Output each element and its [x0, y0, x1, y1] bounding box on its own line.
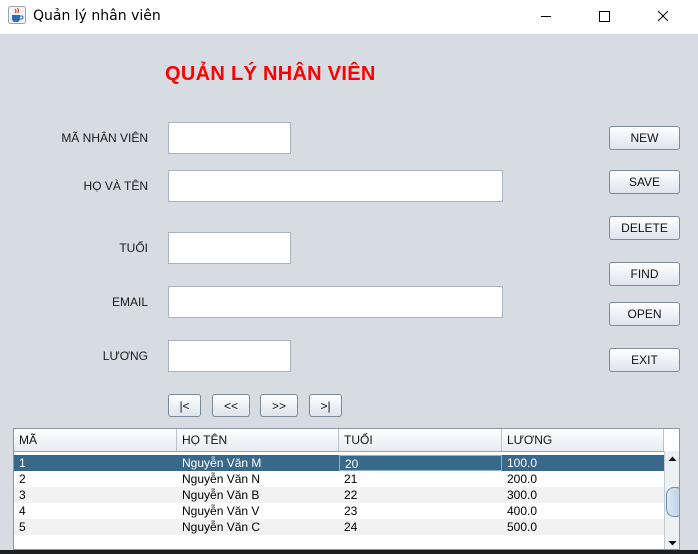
last-record-button[interactable]: >|: [309, 394, 342, 417]
cell-tuoi: 20: [339, 455, 502, 471]
scroll-up-button[interactable]: [665, 451, 679, 465]
find-button[interactable]: FIND: [609, 262, 680, 286]
first-record-button[interactable]: |<: [168, 394, 201, 417]
cell-luong: 200.0: [507, 472, 538, 486]
previous-record-button[interactable]: <<: [212, 394, 250, 417]
email-label: EMAIL: [111, 295, 148, 309]
table-scrollbar[interactable]: [664, 451, 679, 549]
cell-ma: 4: [19, 504, 26, 518]
cell-hoten: Nguyễn Văn N: [182, 472, 261, 486]
table-row[interactable]: 3 Nguyễn Văn B 22 300.0: [14, 487, 664, 503]
window-title: Quản lý nhân viên: [33, 8, 161, 24]
save-button[interactable]: SAVE: [609, 170, 680, 194]
cell-hoten: Nguyễn Văn M: [182, 456, 262, 470]
cell-hoten: Nguyễn Văn V: [182, 504, 260, 518]
tuoi-label: TUỔI: [119, 241, 148, 255]
scroll-down-button[interactable]: [665, 535, 679, 549]
delete-button[interactable]: DELETE: [609, 216, 680, 240]
minimize-icon: [541, 16, 551, 17]
close-icon: [657, 10, 669, 22]
tuoi-input[interactable]: [168, 232, 291, 264]
table-row[interactable]: 2 Nguyễn Văn N 21 200.0: [14, 471, 664, 487]
exit-button[interactable]: EXIT: [609, 348, 680, 372]
cell-hoten: Nguyễn Văn C: [182, 520, 261, 534]
email-input[interactable]: [168, 286, 503, 318]
cell-ma: 3: [19, 488, 26, 502]
minimize-button[interactable]: [523, 0, 569, 34]
luong-label: LƯƠNG: [102, 349, 148, 363]
background-strip: [0, 550, 698, 554]
new-button[interactable]: NEW: [609, 126, 680, 150]
java-cup-icon: [8, 6, 26, 24]
hoten-label: HỌ VÀ TÊN: [83, 179, 148, 193]
cell-luong: 500.0: [507, 520, 538, 534]
table-row[interactable]: 1 Nguyễn Văn M 20 100.0: [14, 455, 664, 471]
table-row[interactable]: 4 Nguyễn Văn V 23 400.0: [14, 503, 664, 519]
maximize-button[interactable]: [581, 0, 627, 34]
table-header: MÃ HỌ TÊN TUỔI LƯƠNG: [14, 429, 664, 452]
cell-ma: 5: [19, 520, 26, 534]
hoten-input[interactable]: [168, 170, 503, 202]
column-header-ma[interactable]: MÃ: [14, 429, 177, 451]
close-button[interactable]: [640, 0, 686, 34]
cell-ma: 1: [19, 456, 26, 470]
cell-hoten: Nguyễn Văn B: [182, 488, 260, 502]
cell-tuoi: 21: [344, 472, 358, 486]
app-window: Quản lý nhân viên QUẢN LÝ NHÂN VIÊN MÃ N…: [0, 0, 698, 550]
cell-tuoi: 23: [344, 504, 358, 518]
open-button[interactable]: OPEN: [609, 302, 680, 326]
cell-tuoi: 22: [344, 488, 358, 502]
page-title: QUẢN LÝ NHÂN VIÊN: [165, 63, 376, 85]
cell-luong: 300.0: [507, 488, 538, 502]
cell-tuoi: 24: [344, 520, 358, 534]
column-header-luong[interactable]: LƯƠNG: [502, 429, 664, 451]
arrow-up-icon: [668, 456, 677, 461]
maximize-icon: [599, 11, 610, 22]
column-header-hoten[interactable]: HỌ TÊN: [177, 429, 339, 451]
title-bar[interactable]: Quản lý nhân viên: [0, 0, 698, 34]
ma-input[interactable]: [168, 122, 291, 154]
next-record-button[interactable]: >>: [260, 394, 298, 417]
cell-luong: 100.0: [507, 456, 538, 470]
arrow-down-icon: [668, 541, 677, 546]
table-row[interactable]: 5 Nguyễn Văn C 24 500.0: [14, 519, 664, 535]
employee-table[interactable]: MÃ HỌ TÊN TUỔI LƯƠNG 1 Nguyễn Văn M 20 1…: [13, 428, 680, 550]
ma-label: MÃ NHÂN VIÊN: [61, 131, 148, 145]
cell-ma: 2: [19, 472, 26, 486]
scrollbar-thumb[interactable]: [666, 487, 679, 517]
luong-input[interactable]: [168, 340, 291, 372]
column-header-tuoi[interactable]: TUỔI: [339, 429, 502, 451]
cell-luong: 400.0: [507, 504, 538, 518]
